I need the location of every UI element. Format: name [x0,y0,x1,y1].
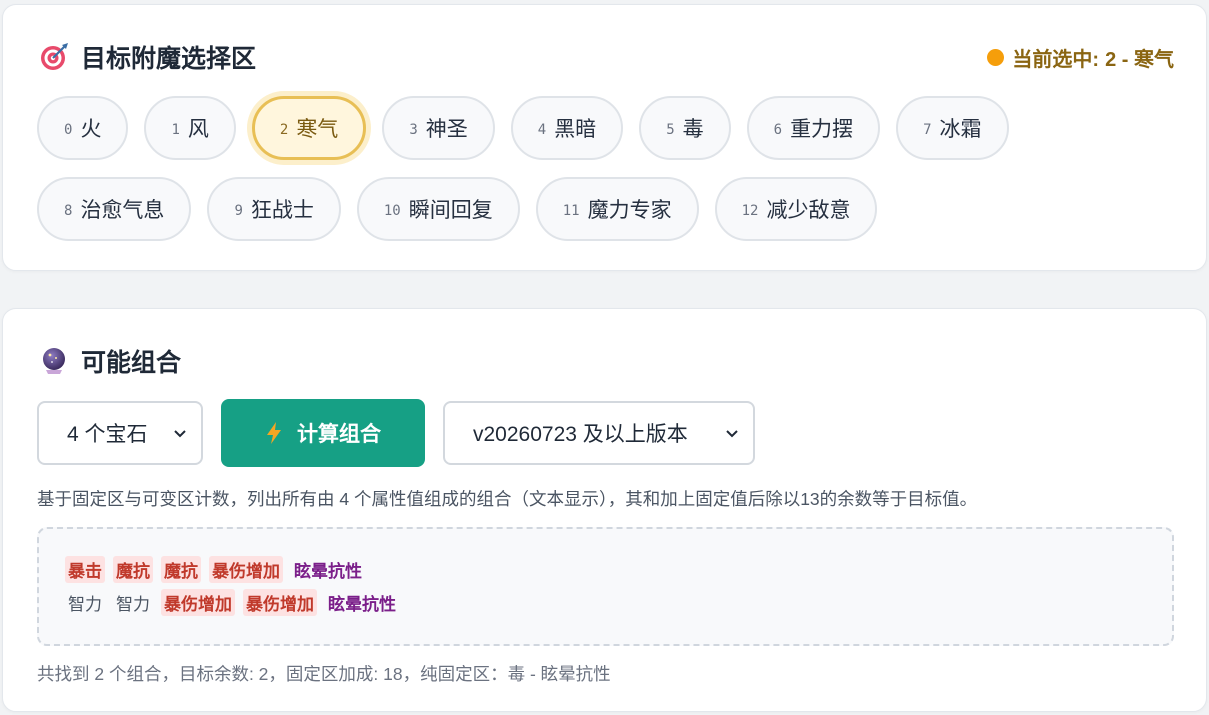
gem-count-select[interactable]: 4 个宝石 [37,401,203,465]
enchant-chip-12[interactable]: 12 减少敌意 [714,177,878,241]
enchant-chip-number: 6 [773,122,783,138]
enchant-chip-number: 7 [923,122,932,138]
attribute-token: 暴伤增加 [243,589,317,616]
calculate-combinations-button[interactable]: 计算组合 [221,399,425,467]
enchant-chip-label: 寒气 [296,118,339,141]
enchant-chip-label: 毒 [682,118,704,141]
enchant-chip-number: 9 [234,203,243,219]
result-summary: 共找到 2 个组合，目标余数: 2，固定区加成: 18，纯固定区：毒 - 眩晕抗… [37,664,611,684]
enchant-chip-number: 11 [562,203,580,219]
enchant-chip-10[interactable]: 10 瞬间回复 [356,177,520,241]
chevron-down-icon [174,430,186,438]
enchant-chip-number: 0 [64,122,73,138]
combo-controls: 4 个宝石 计算组合 v20260723 及以上版本 [37,399,755,467]
current-selection: 当前选中: 2 - 寒气 [987,43,1174,72]
combo-description: 基于固定区与可变区计数，列出所有由 4 个属性值组成的组合（文本显示），其和加上… [37,489,978,509]
crystal-ball-icon [43,348,65,374]
enchant-chip-0[interactable]: 0火 [37,96,129,160]
enchant-chip-label: 魔力专家 [587,199,672,222]
enchant-chip-label: 黑暗 [554,118,597,141]
enchant-chip-number: 2 [279,122,289,138]
combo-section-title-text: 可能组合 [81,349,182,377]
target-section-title: 目标附魔选择区 [39,39,256,75]
enchant-chip-row-1: 0火 1风 2 寒气 3 神圣 4 黑暗 5毒 6 重力摆 7 冰霜 [37,96,1025,160]
enchant-chip-label: 火 [80,118,102,141]
attribute-token: 暴击 [65,556,105,583]
enchant-chip-number: 3 [409,122,418,138]
enchant-chip-label: 冰霜 [939,118,982,141]
calculate-button-label: 计算组合 [297,423,381,446]
lightning-icon [267,422,281,444]
target-icon [41,43,68,70]
status-dot-icon [987,49,1005,66]
enchant-chip-5[interactable]: 5毒 [639,96,731,160]
enchant-chip-number: 1 [171,122,180,138]
fixed-attribute-token: 眩晕抗性 [328,595,396,615]
enchant-chip-label: 风 [187,118,209,141]
enchant-chip-label: 瞬间回复 [408,199,493,222]
enchant-chip-8[interactable]: 8 治愈气息 [37,177,192,241]
enchant-chip-label: 治愈气息 [80,199,165,222]
attribute-token: 暴伤增加 [209,556,283,583]
enchant-chip-label: 狂战士 [250,199,314,222]
attribute-token: 暴伤增加 [161,589,235,616]
target-section-title-text: 目标附魔选择区 [81,45,257,73]
fixed-attribute-token: 眩晕抗性 [294,562,362,582]
current-selection-value: 2 - 寒气 [1105,49,1174,71]
enchant-chip-3[interactable]: 3 神圣 [382,96,495,160]
enchant-chip-11[interactable]: 11 魔力专家 [535,177,699,241]
enchant-chip-number: 4 [537,122,547,138]
version-select[interactable]: v20260723 及以上版本 [443,401,755,465]
result-row-2: 智力 智力 暴伤增加 暴伤增加 眩晕抗性 [65,586,1172,619]
enchant-chip-number: 8 [64,203,73,219]
enchant-chip-7[interactable]: 7 冰霜 [896,96,1009,160]
enchant-chip-1[interactable]: 1风 [144,96,236,160]
combination-panel: 可能组合 4 个宝石 计算组合 v20260723 及以上版本 基于固定区与可变… [2,308,1207,712]
combo-section-title: 可能组合 [39,343,181,379]
enchant-chip-row-2: 8 治愈气息 9 狂战士 10 瞬间回复 11 魔力专家 12 减少敌意 [37,177,893,241]
attribute-token: 智力 [68,595,102,615]
attribute-token: 智力 [116,595,150,615]
enchant-chip-2[interactable]: 2 寒气 [251,96,367,160]
enchant-chip-label: 神圣 [425,118,468,141]
enchant-chip-number: 12 [741,203,759,219]
enchant-chip-label: 重力摆 [790,118,854,141]
chevron-down-icon [726,430,738,438]
enchant-chip-6[interactable]: 6 重力摆 [746,96,881,160]
attribute-token: 魔抗 [113,556,153,583]
enchant-chip-9[interactable]: 9 狂战士 [207,177,341,241]
attribute-token: 魔抗 [161,556,201,583]
enchant-chip-label: 减少敌意 [766,199,851,222]
enchant-chip-number: 5 [666,122,675,138]
enchant-chip-number: 10 [383,203,401,219]
version-value: v20260723 及以上版本 [473,423,688,446]
current-selection-label: 当前选中: [1012,49,1100,71]
result-row-1: 暴击 魔抗 魔抗 暴伤增加 眩晕抗性 [65,553,1172,586]
target-enchant-panel: 目标附魔选择区 当前选中: 2 - 寒气 0火 1风 2 寒气 3 神圣 4 黑暗 5… [2,4,1207,271]
enchant-chip-4[interactable]: 4 黑暗 [510,96,624,160]
combination-results: 暴击 魔抗 魔抗 暴伤增加 眩晕抗性 智力 智力 暴伤增加 暴伤增加 眩晕抗性 [37,527,1174,646]
gem-count-value: 4 个宝石 [67,423,148,446]
